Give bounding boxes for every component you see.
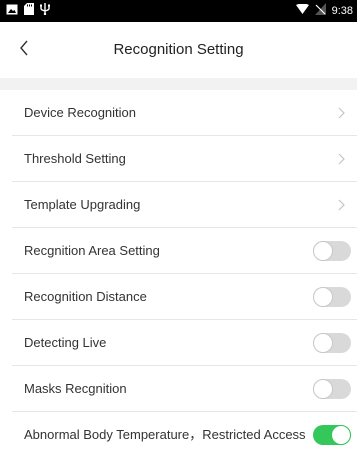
toggle-knob xyxy=(313,379,333,399)
recognition-distance-toggle[interactable] xyxy=(313,287,351,307)
back-button[interactable] xyxy=(10,36,38,64)
setting-recognition-distance: Recognition Distance xyxy=(12,274,357,320)
image-icon xyxy=(6,2,18,20)
page-title: Recognition Setting xyxy=(113,41,244,58)
setting-template-upgrading[interactable]: Template Upgrading xyxy=(12,182,357,228)
status-bar-right-icons: 9:38 xyxy=(295,2,353,20)
status-bar-left-icons xyxy=(6,2,50,20)
usb-icon xyxy=(40,2,50,20)
section-divider xyxy=(0,78,357,90)
wifi-icon xyxy=(295,2,309,20)
settings-list: Device Recognition Threshold Setting Tem… xyxy=(0,90,357,458)
status-time: 9:38 xyxy=(331,5,353,17)
setting-label: Masks Recgnition xyxy=(24,381,127,396)
chevron-right-icon xyxy=(335,199,347,211)
title-bar: Recognition Setting xyxy=(0,22,357,78)
recognition-area-toggle[interactable] xyxy=(313,241,351,261)
setting-label: Detecting Live xyxy=(24,335,107,350)
no-signal-icon xyxy=(314,2,326,20)
toggle-knob xyxy=(313,241,333,261)
toggle-knob xyxy=(331,425,351,445)
setting-recognition-area: Recgnition Area Setting xyxy=(12,228,357,274)
chevron-right-icon xyxy=(335,153,347,165)
chevron-right-icon xyxy=(335,107,347,119)
setting-label: Recognition Distance xyxy=(24,289,147,304)
status-bar: 9:38 xyxy=(0,0,357,22)
setting-threshold[interactable]: Threshold Setting xyxy=(12,136,357,182)
setting-label: Abnormal Body Temperature，Restricted Acc… xyxy=(24,427,306,442)
toggle-knob xyxy=(313,333,333,353)
setting-masks-recognition: Masks Recgnition xyxy=(12,366,357,412)
abnormal-temperature-toggle[interactable] xyxy=(313,425,351,445)
sd-card-icon xyxy=(24,2,34,20)
detecting-live-toggle[interactable] xyxy=(313,333,351,353)
setting-label: Template Upgrading xyxy=(24,197,141,212)
setting-detecting-live: Detecting Live xyxy=(12,320,357,366)
setting-label: Threshold Setting xyxy=(24,151,126,166)
setting-label: Device Recognition xyxy=(24,105,137,120)
setting-label: Recgnition Area Setting xyxy=(24,243,160,258)
setting-abnormal-temperature: Abnormal Body Temperature，Restricted Acc… xyxy=(12,412,357,458)
setting-device-recognition[interactable]: Device Recognition xyxy=(12,90,357,136)
toggle-knob xyxy=(313,287,333,307)
chevron-left-icon xyxy=(19,40,29,61)
masks-recognition-toggle[interactable] xyxy=(313,379,351,399)
